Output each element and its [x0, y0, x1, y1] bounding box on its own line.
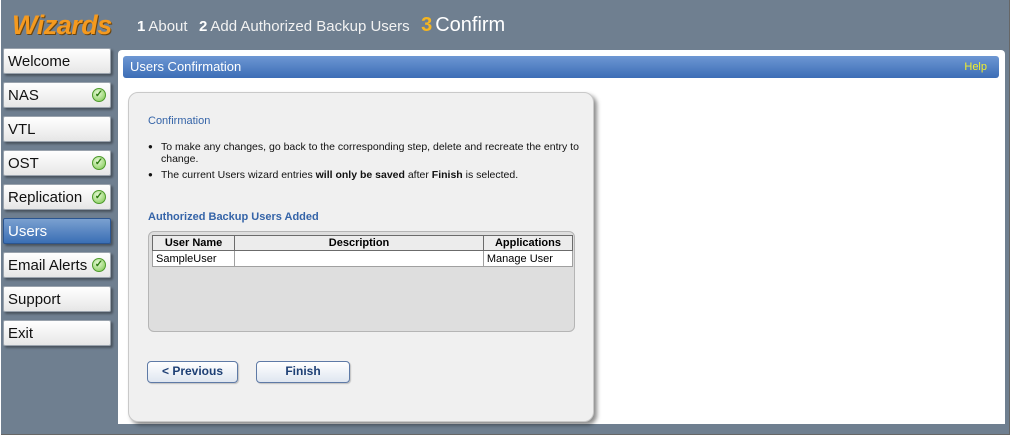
sidebar-item-exit[interactable]: Exit [3, 320, 111, 346]
cell-applications: Manage User [482, 250, 574, 267]
step-confirm: 3 Confirm [421, 14, 505, 37]
table-row[interactable]: SampleUser Manage User [151, 250, 574, 267]
step-number: 2 [199, 18, 208, 35]
bullet-item: To make any changes, go back to the corr… [148, 141, 588, 165]
check-icon: ✓ [92, 258, 106, 272]
check-icon: ✓ [92, 88, 106, 102]
sidebar-item-label: Email Alerts [8, 257, 88, 274]
wizard-window: Wizards 1 About 2 Add Authorized Backup Us… [1, 0, 1010, 435]
sidebar-item-label: Support [8, 291, 61, 308]
check-icon: ✓ [92, 156, 106, 170]
sidebar-item-label: VTL [8, 121, 36, 138]
step-about[interactable]: 1 About [137, 18, 188, 35]
users-table-container: User Name Description Applications Sampl… [148, 231, 575, 332]
column-header-applications[interactable]: Applications [482, 235, 574, 251]
sidebar-item-label: Users [8, 223, 48, 240]
wizards-logo: Wizards [12, 10, 112, 40]
sidebar-item-support[interactable]: Support [3, 286, 111, 312]
confirmation-title: Confirmation [148, 115, 211, 127]
sidebar-item-vtl[interactable]: VTL [3, 116, 111, 142]
finish-button[interactable]: Finish [256, 361, 350, 383]
section-title: Users Confirmation [130, 59, 242, 74]
wizard-steps: 1 About 2 Add Authorized Backup Users 3 Con… [137, 14, 512, 38]
cell-user-name: SampleUser [151, 250, 236, 267]
sidebar-item-label: NAS [8, 87, 39, 104]
sidebar-item-label: Exit [8, 325, 34, 342]
bullet-text: is selected. [462, 169, 519, 181]
sidebar-item-users[interactable]: Users [3, 218, 111, 244]
column-header-description[interactable]: Description [234, 235, 484, 251]
cell-description [234, 250, 484, 267]
title-bar: Wizards 1 About 2 Add Authorized Backup Us… [1, 0, 1009, 47]
bullet-text: The current Users wizard entries [161, 169, 316, 181]
step-number: 1 [137, 18, 146, 35]
sidebar-item-nas[interactable]: NAS ✓ [3, 82, 111, 108]
step-number: 3 [421, 14, 433, 36]
column-header-user-name[interactable]: User Name [151, 235, 236, 251]
step-label: About [148, 18, 188, 35]
previous-button[interactable]: < Previous [147, 361, 238, 383]
confirmation-panel: Confirmation To make any changes, go bac… [128, 92, 594, 422]
bullet-item: The current Users wizard entries will on… [148, 169, 588, 181]
main-content: Users Confirmation Help Confirmation To … [118, 50, 1005, 424]
sidebar-item-label: Welcome [8, 53, 71, 70]
sidebar-item-welcome[interactable]: Welcome [3, 48, 111, 74]
sidebar: Welcome NAS ✓ VTL OST ✓ Replication ✓ Us… [1, 48, 121, 354]
sidebar-item-replication[interactable]: Replication ✓ [3, 184, 111, 210]
help-link[interactable]: Help [964, 56, 987, 78]
bullet-bold-text: will only be saved [315, 169, 405, 181]
sidebar-item-label: OST [8, 155, 39, 172]
step-label: Add Authorized Backup Users [210, 18, 410, 35]
sidebar-item-label: Replication [8, 189, 83, 206]
section-header: Users Confirmation Help [123, 56, 999, 78]
users-table: User Name Description Applications Sampl… [151, 235, 574, 267]
bullet-bold-text: Finish [431, 169, 463, 181]
check-icon: ✓ [92, 190, 106, 204]
sidebar-item-email-alerts[interactable]: Email Alerts ✓ [3, 252, 111, 278]
users-table-title: Authorized Backup Users Added [148, 211, 319, 223]
sidebar-item-ost[interactable]: OST ✓ [3, 150, 111, 176]
confirmation-bullets: To make any changes, go back to the corr… [148, 141, 588, 185]
table-header-row: User Name Description Applications [151, 235, 574, 251]
bullet-text: after [404, 169, 432, 181]
step-add-users[interactable]: 2 Add Authorized Backup Users [199, 18, 410, 35]
step-label: Confirm [435, 14, 506, 36]
